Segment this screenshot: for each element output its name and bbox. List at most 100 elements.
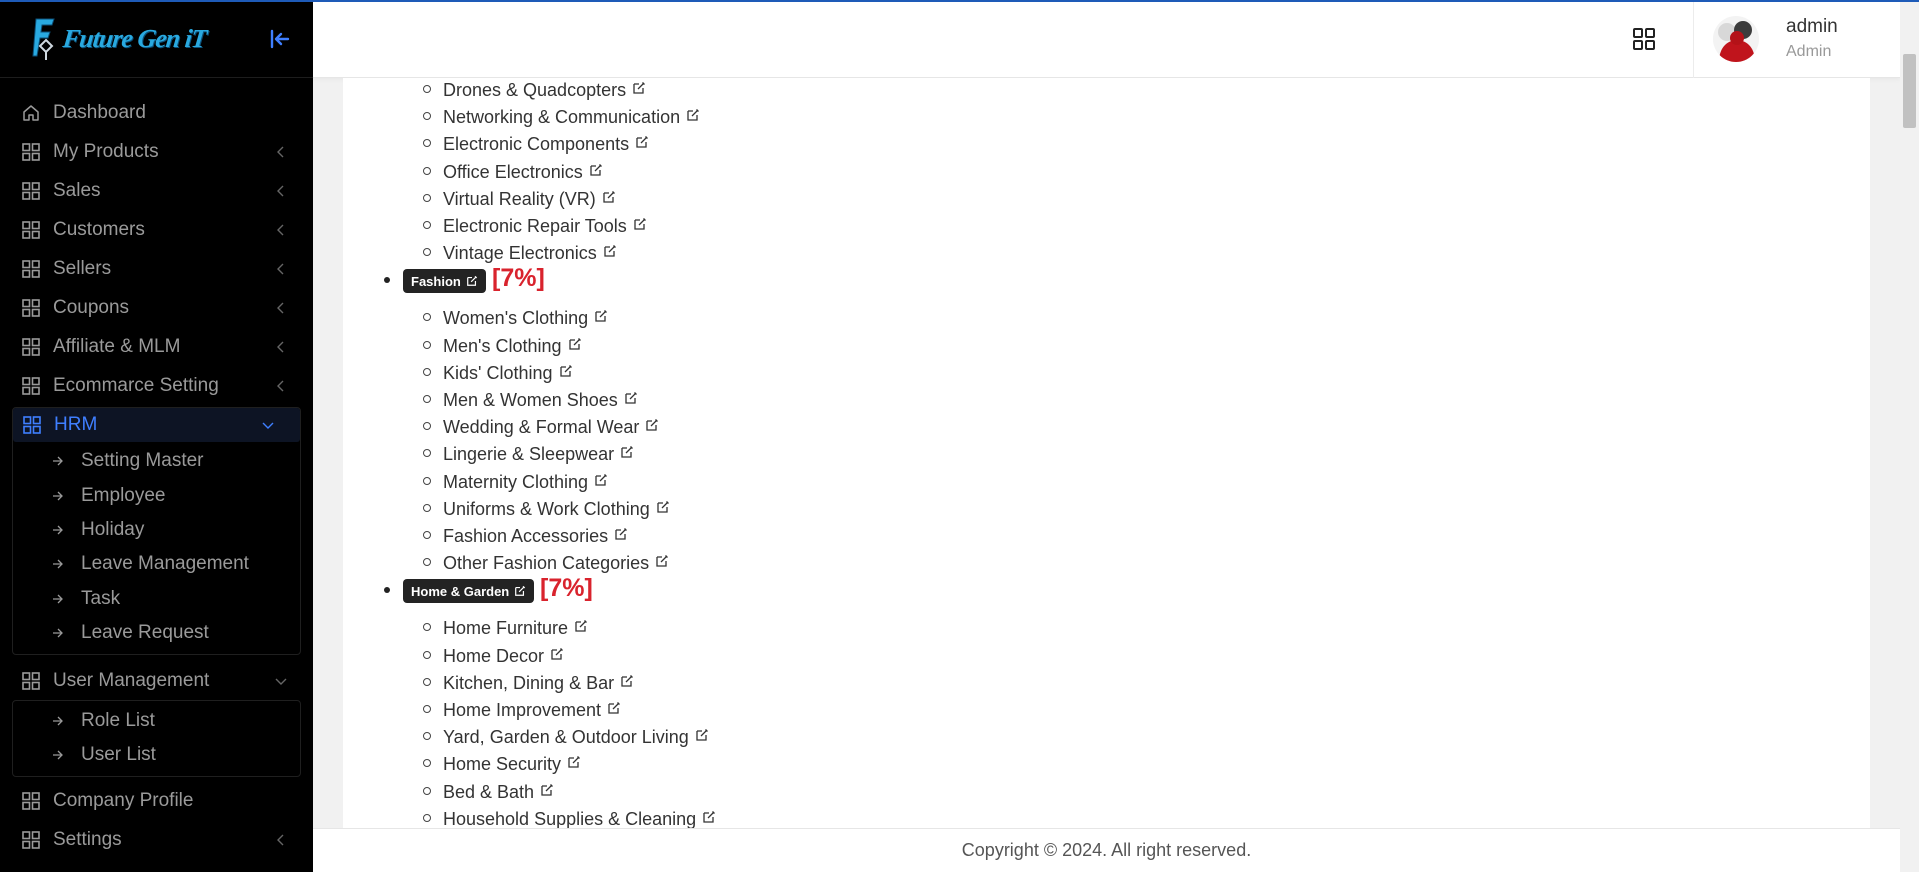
category-badge[interactable]: Home & Garden [403,579,535,604]
edit-icon[interactable] [656,497,670,513]
submenu-item-leave-management[interactable]: Leave Management [13,547,300,581]
circle-bullet [423,221,431,229]
submenu-item-employee[interactable]: Employee [13,478,300,512]
brand-logo[interactable]: Future Gen iT [32,16,208,62]
subcategory-label: Wedding & Formal Wear [443,417,640,438]
subcategory-label: Fashion Accessories [443,526,609,546]
submenu-item-label: User List [81,743,156,765]
submenu-item-leave-request[interactable]: Leave Request [13,616,300,650]
sidebar-item-hrm[interactable]: HRM [13,408,300,442]
grid-icon [22,337,40,356]
edit-icon[interactable] [574,616,588,633]
edit-icon[interactable] [567,752,581,769]
edit-icon[interactable] [645,415,659,431]
subcategory-label: Women's Clothing [443,308,589,329]
edit-icon[interactable] [620,442,634,459]
circle-bullet [423,395,431,403]
sidebar-item-ecommerce-setting[interactable]: Ecommarce Setting [0,366,313,405]
logo-mark-icon [32,18,55,60]
subcategory-label: Kids' Clothing [443,362,553,383]
sidebar-item-label: Ecommarce Setting [53,374,219,396]
arrow-right-icon [53,491,63,501]
edit-icon[interactable] [695,725,709,741]
sidebar-item-label: User Management [53,669,210,691]
subcategory-label: Home Decor [443,645,545,666]
sidebar-item-label: Coupons [53,296,130,318]
sidebar-item-dashboard[interactable]: Dashboard [0,93,313,132]
circle-bullet [423,139,431,148]
edit-icon[interactable] [624,388,638,404]
edit-icon[interactable] [594,470,608,486]
logo-text: Future Gen iT [61,23,208,53]
edit-icon[interactable] [594,306,608,323]
subcategory-label: Drones & Quadcopters [443,80,627,100]
sidebar-item-label: Company Profile [53,789,194,811]
scrollbar-thumb[interactable] [1903,54,1916,128]
subcategory-label: Vintage Electronics [443,243,597,264]
edit-icon[interactable] [466,275,478,287]
arrow-right-icon [53,750,63,760]
disc-bullet [384,277,390,284]
edit-icon[interactable] [614,524,628,540]
subcategory-label: Virtual Reality (VR) [443,188,596,209]
edit-icon[interactable] [540,780,554,796]
sidebar-item-user-management[interactable]: User Management [0,661,313,700]
category-badge[interactable]: Fashion [403,269,486,294]
edit-icon[interactable] [632,78,646,94]
sidebar-item-label: Sales [53,179,101,201]
edit-icon[interactable] [635,132,649,149]
apps-grid-icon[interactable] [1631,26,1657,52]
edit-icon[interactable] [702,807,716,823]
submenu-item-task[interactable]: Task [13,582,300,616]
sidebar-item-customers[interactable]: Customers [0,210,313,249]
subcategory-label: Yard, Garden & Outdoor Living [443,727,689,748]
edit-icon[interactable] [607,698,621,714]
edit-icon[interactable] [514,585,526,597]
avatar[interactable] [1713,16,1759,62]
edit-icon[interactable] [633,214,647,230]
chevron-left-icon [277,380,284,391]
sidebar-item-sales[interactable]: Sales [0,171,313,210]
submenu-item-label: Task [81,587,121,609]
chevron-left-icon [277,185,284,196]
sidebar-item-label: Settings [53,828,122,850]
circle-bullet [423,476,431,485]
chevron-left-icon [277,341,284,352]
sidebar-item-company-profile[interactable]: Company Profile [0,781,313,820]
sidebar-item-coupons[interactable]: Coupons [0,288,313,327]
edit-icon[interactable] [602,187,616,203]
edit-icon[interactable] [686,105,700,121]
collapse-sidebar-icon[interactable] [269,28,291,50]
arrow-right-icon [53,559,63,569]
circle-bullet [423,813,431,822]
circle-bullet [423,367,431,376]
sidebar-item-affiliate-mlm[interactable]: Affiliate & MLM [0,327,313,366]
page-scrollbar[interactable] [1900,0,1919,872]
sidebar-item-sellers[interactable]: Sellers [0,249,313,288]
subcategory-label: Men & Women Shoes [443,390,618,410]
subcategory-label: Household Supplies & Cleaning [443,808,697,828]
category-name: Fashion [411,273,461,289]
submenu-item-setting-master[interactable]: Setting Master [13,444,300,478]
commission-percent: [7%] [540,574,593,603]
edit-icon[interactable] [603,241,617,257]
sidebar-item-settings[interactable]: Settings [0,820,313,859]
footer: Copyright © 2024. All right reserved. [313,828,1900,872]
edit-icon[interactable] [568,334,582,350]
subcategory-label: Maternity Clothing [443,471,589,492]
submenu-item-holiday[interactable]: Holiday [13,513,300,547]
sidebar-item-my-products[interactable]: My Products [0,132,313,171]
edit-icon[interactable] [655,551,669,567]
disc-bullet [384,587,390,594]
chevron-down-icon [262,422,274,429]
copyright-text: Copyright © 2024. All right reserved. [961,840,1252,860]
edit-icon[interactable] [550,644,564,660]
user-name[interactable]: admin [1786,16,1838,38]
edit-icon[interactable] [589,160,603,176]
grid-icon [23,416,41,434]
circle-bullet [423,705,431,713]
edit-icon[interactable] [559,361,573,377]
submenu-item-role-list[interactable]: Role List [13,703,300,737]
submenu-item-user-list[interactable]: User List [13,738,300,772]
edit-icon[interactable] [620,671,634,687]
